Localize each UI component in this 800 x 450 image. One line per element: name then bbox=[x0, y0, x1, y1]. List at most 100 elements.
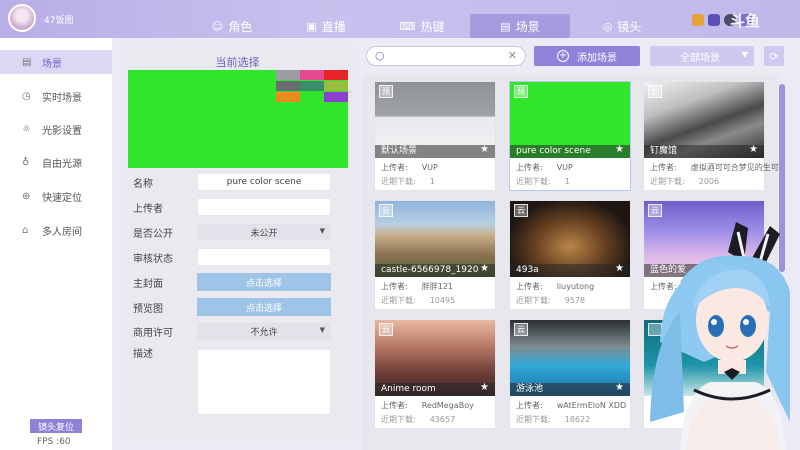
star-icon[interactable]: ★ bbox=[480, 382, 489, 393]
review-row: 审核状态 bbox=[133, 248, 343, 266]
review-label: 审核状态 bbox=[133, 253, 173, 265]
scene-card[interactable]: 云 游泳池 ★ 上传者: wAtErmEloN XDD 近期下载: 18622 bbox=[509, 319, 631, 429]
target-icon: ⊕ bbox=[22, 190, 31, 202]
downloads-value: 43657 bbox=[429, 415, 456, 424]
public-select[interactable]: 未公开 ▼ bbox=[197, 223, 331, 241]
camera-icon: ◎ bbox=[602, 19, 613, 33]
refresh-button[interactable]: ⟳ bbox=[764, 46, 784, 66]
scene-card[interactable]: 云 Anime room ★ 上传者: RedMegaBoy 近期下载: 43657 bbox=[374, 319, 496, 429]
public-select-value: 未公开 bbox=[250, 228, 278, 239]
tab-character[interactable]: ☺ 角色 bbox=[182, 14, 282, 38]
sidebar-item-label: 自由光源 bbox=[42, 158, 82, 170]
tab-label: 镜头 bbox=[617, 19, 642, 34]
cloud-badge: 云 bbox=[514, 323, 528, 336]
public-label: 是否公开 bbox=[133, 228, 173, 240]
clear-icon[interactable]: ✕ bbox=[508, 49, 517, 62]
scene-name: 493a bbox=[510, 264, 630, 277]
uploader-value: 虚拟酒可可合梦见的生可 bbox=[690, 163, 779, 172]
coin-icon[interactable] bbox=[692, 14, 704, 26]
description-field[interactable] bbox=[197, 349, 331, 415]
caret-down-icon: ▼ bbox=[319, 326, 325, 334]
cover-row: 主封面 点击选择 bbox=[133, 273, 343, 291]
bulb-icon: ♁ bbox=[22, 156, 30, 168]
sidebar-item-free-light[interactable]: ♁ 自由光源 bbox=[0, 150, 112, 174]
sidebar-item-scene[interactable]: ▤ 场景 bbox=[0, 50, 112, 74]
scene-name: 钉魔馆 bbox=[644, 145, 764, 158]
tab-live[interactable]: ▣ 直播 bbox=[276, 14, 376, 38]
cover-select-button[interactable]: 点击选择 bbox=[197, 273, 331, 291]
color-swatch[interactable] bbox=[324, 81, 348, 91]
uploader-prefix: 上传者: bbox=[381, 401, 408, 410]
star-icon[interactable]: ★ bbox=[480, 144, 489, 155]
light-icon: ☼ bbox=[22, 123, 31, 135]
preview-select-button[interactable]: 点击选择 bbox=[197, 298, 331, 316]
color-swatch[interactable] bbox=[324, 70, 348, 80]
sidebar-item-label: 快速定位 bbox=[42, 192, 82, 204]
star-icon[interactable]: ★ bbox=[749, 144, 758, 155]
message-icon[interactable] bbox=[708, 14, 720, 26]
uploader-prefix: 上传者: bbox=[516, 163, 543, 172]
add-scene-label: 添加场景 bbox=[577, 52, 617, 64]
sidebar-item-label: 多人房间 bbox=[42, 226, 82, 238]
sidebar-item-quick-locate[interactable]: ⊕ 快速定位 bbox=[0, 184, 112, 208]
scene-downloads: 近期下载: 1 bbox=[516, 176, 570, 187]
downloads-value: 2006 bbox=[698, 177, 720, 186]
uploader-row: 上传者 bbox=[133, 198, 343, 216]
tab-label: 角色 bbox=[228, 19, 253, 34]
scene-card[interactable]: 预 pure color scene ★ 上传者: VUP 近期下载: 1 bbox=[509, 81, 631, 191]
home-icon: ⌂ bbox=[22, 224, 29, 236]
sidebar-item-multi-room[interactable]: ⌂ 多人房间 bbox=[0, 218, 112, 242]
downloads-value: 18622 bbox=[564, 415, 591, 424]
cover-label: 主封面 bbox=[133, 278, 163, 290]
downloads-value: 10495 bbox=[429, 296, 456, 305]
sidebar-item-lighting[interactable]: ☼ 光影设置 bbox=[0, 117, 112, 141]
star-icon[interactable]: ★ bbox=[480, 263, 489, 274]
tab-scene[interactable]: ▤ 场景 bbox=[470, 14, 570, 38]
scene-downloads: 近期下载: 1 bbox=[381, 176, 435, 187]
review-field bbox=[197, 248, 331, 266]
color-swatch[interactable] bbox=[300, 81, 324, 91]
scene-card[interactable]: 预 默认场景 ★ 上传者: VUP 近期下载: 1 bbox=[374, 81, 496, 191]
color-swatch[interactable] bbox=[276, 70, 300, 80]
tab-hotkey[interactable]: ⌨ 热键 bbox=[372, 14, 472, 38]
star-icon[interactable]: ★ bbox=[615, 382, 624, 393]
caret-down-icon: ▼ bbox=[319, 227, 325, 235]
user-avatar[interactable] bbox=[8, 4, 36, 32]
color-swatch[interactable] bbox=[276, 92, 300, 102]
commercial-select[interactable]: 不允许 ▼ bbox=[197, 322, 331, 340]
scene-downloads: 近期下载: 2006 bbox=[650, 176, 719, 187]
scene-uploader: 上传者: wAtErmEloN XDD bbox=[516, 400, 626, 411]
scene-uploader: 上传者: liuyutong bbox=[516, 281, 594, 292]
clock-icon: ◷ bbox=[22, 90, 31, 102]
name-row: 名称 pure color scene bbox=[133, 173, 343, 191]
scene-name: 游泳池 bbox=[510, 383, 630, 396]
color-swatch[interactable] bbox=[300, 92, 324, 102]
star-icon[interactable]: ★ bbox=[615, 263, 624, 274]
commercial-row: 商用许可 不允许 ▼ bbox=[133, 322, 343, 340]
scene-card[interactable]: 云 castle-6566978_1920 ★ 上传者: 胖胖121 近期下载: 1… bbox=[374, 200, 496, 310]
public-row: 是否公开 未公开 ▼ bbox=[133, 223, 343, 241]
name-field[interactable]: pure color scene bbox=[197, 173, 331, 191]
color-swatch[interactable] bbox=[324, 92, 348, 102]
vtuber-character-overlay bbox=[650, 222, 790, 450]
tab-camera[interactable]: ◎ 镜头 bbox=[572, 14, 672, 38]
scene-filter-select[interactable]: 全部场景 ▼ bbox=[650, 46, 754, 66]
commercial-label: 商用许可 bbox=[133, 327, 173, 339]
scene-downloads: 近期下载: 43657 bbox=[381, 414, 455, 425]
add-scene-button[interactable]: + 添加场景 bbox=[534, 46, 640, 66]
image-icon: ▤ bbox=[22, 56, 32, 68]
scene-card[interactable]: 云 钉魔馆 ★ 上传者: 虚拟酒可可合梦见的生可 近期下载: 2006 bbox=[643, 81, 779, 191]
camera-reset-button[interactable]: 镜头复位 bbox=[30, 419, 82, 433]
sidebar: ▤ 场景 ◷ 实时场景 ☼ 光影设置 ♁ 自由光源 ⊕ 快速定位 ⌂ 多人房间 bbox=[0, 38, 112, 450]
search-box[interactable]: ○ ✕ bbox=[366, 46, 526, 66]
color-swatch[interactable] bbox=[276, 81, 300, 91]
scene-card[interactable]: 云 493a ★ 上传者: liuyutong 近期下载: 9578 bbox=[509, 200, 631, 310]
uploader-label: 上传者 bbox=[133, 203, 163, 215]
downloads-prefix: 近期下载: bbox=[516, 415, 551, 424]
tab-label: 热键 bbox=[420, 19, 445, 34]
sidebar-item-realtime-scene[interactable]: ◷ 实时场景 bbox=[0, 84, 112, 108]
uploader-field[interactable] bbox=[197, 198, 331, 216]
star-icon[interactable]: ★ bbox=[615, 144, 624, 155]
uploader-prefix: 上传者: bbox=[516, 282, 543, 291]
color-swatch[interactable] bbox=[300, 70, 324, 80]
